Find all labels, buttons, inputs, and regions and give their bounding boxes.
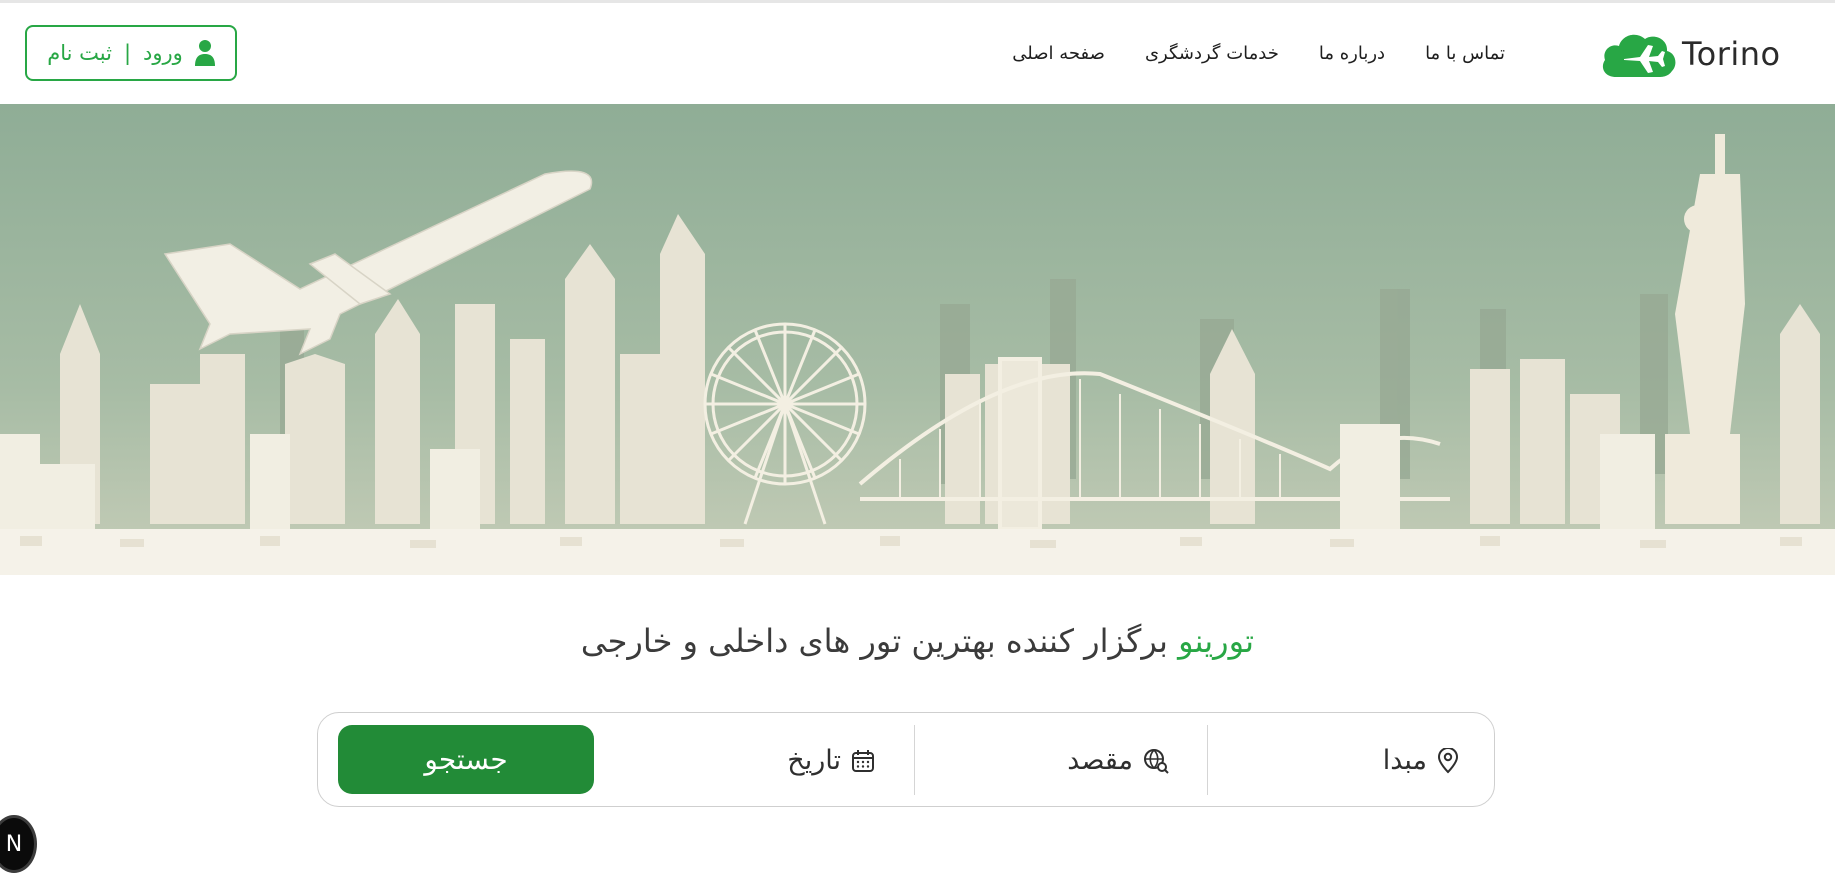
tour-search-bar: مبدا مقصد تاریخ جستجو xyxy=(317,712,1495,807)
nav-contact[interactable]: تماس با ما xyxy=(1425,43,1505,64)
date-label: تاریخ xyxy=(787,745,841,776)
headline-brand: تورینو xyxy=(1178,622,1255,660)
torino-logo[interactable]: Torino xyxy=(1600,27,1790,85)
auth-separator: | xyxy=(123,41,132,65)
logo-wordmark: Torino xyxy=(1682,35,1781,73)
site-header: Torino صفحه اصلی خدمات گردشگری درباره ما… xyxy=(0,3,1835,104)
field-divider xyxy=(914,725,915,795)
login-label: ورود xyxy=(143,41,183,65)
field-divider xyxy=(1207,725,1208,795)
cloud-plane-logo-icon xyxy=(1602,34,1676,77)
calendar-icon xyxy=(852,749,874,772)
search-button[interactable]: جستجو xyxy=(338,725,594,794)
destination-label: مقصد xyxy=(1067,745,1133,776)
globe-search-icon xyxy=(1144,748,1169,774)
origin-label: مبدا xyxy=(1382,745,1427,776)
register-label: ثبت نام xyxy=(47,41,112,65)
date-field[interactable]: تاریخ xyxy=(787,713,875,808)
nav-about[interactable]: درباره ما xyxy=(1319,43,1385,64)
city-skyline-illustration xyxy=(0,104,1835,575)
origin-field[interactable]: مبدا xyxy=(1383,713,1459,808)
login-register-button[interactable]: ورود | ثبت نام xyxy=(25,25,237,81)
destination-field[interactable]: مقصد xyxy=(1067,713,1169,808)
nav-home[interactable]: صفحه اصلی xyxy=(1012,43,1105,64)
devtools-badge[interactable]: N xyxy=(0,818,34,870)
location-pin-icon xyxy=(1437,747,1459,773)
headline-text: برگزار کننده بهترین تور های داخلی و خارج… xyxy=(580,622,1168,660)
page-headline: تورینو برگزار کننده بهترین تور های داخلی… xyxy=(0,622,1835,660)
user-icon xyxy=(194,40,215,66)
main-nav: صفحه اصلی خدمات گردشگری درباره ما تماس ب… xyxy=(1012,43,1505,64)
nav-tourism-services[interactable]: خدمات گردشگری xyxy=(1145,43,1279,64)
hero-banner xyxy=(0,104,1835,575)
